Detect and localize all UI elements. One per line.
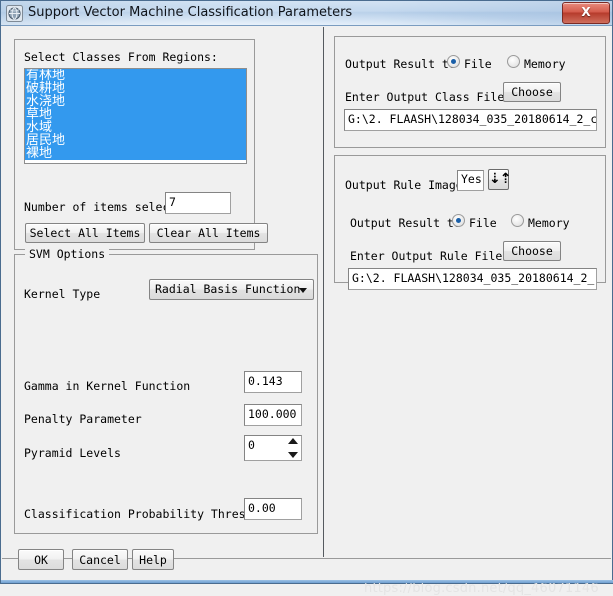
rule-choose-label: Choose xyxy=(511,244,553,258)
envi-globe-icon xyxy=(6,5,23,22)
close-icon: X xyxy=(581,5,591,19)
cancel-label: Cancel xyxy=(79,553,121,567)
clear-all-items-label: Clear All Items xyxy=(156,226,261,240)
classes-listbox[interactable]: 有林地 破耕地 水浇地 草地 水域 居民地 裸地 xyxy=(24,68,247,164)
class-choose-label: Choose xyxy=(511,85,553,99)
class-output-memory-radio[interactable] xyxy=(507,55,520,68)
down-up-arrows-icon[interactable]: ⇣⇡ xyxy=(488,169,511,190)
rule-output-memory-radio[interactable] xyxy=(511,214,524,227)
stepper-down-icon[interactable] xyxy=(288,452,298,458)
close-button[interactable]: X xyxy=(562,2,610,24)
help-label: Help xyxy=(139,553,167,567)
pyramid-levels-label: Pyramid Levels xyxy=(24,446,121,460)
dialog-client-area: Select Classes From Regions: 有林地 破耕地 水浇地… xyxy=(2,27,611,596)
svm-parameters-window: Support Vector Machine Classification Pa… xyxy=(0,0,613,596)
list-item[interactable]: 居民地 xyxy=(25,134,246,147)
window-title: Support Vector Machine Classification Pa… xyxy=(28,5,353,20)
ok-label: OK xyxy=(34,553,48,567)
gamma-input[interactable]: 0.143 xyxy=(244,371,302,393)
help-button[interactable]: Help xyxy=(132,549,174,570)
rule-images-value[interactable]: Yes xyxy=(457,170,484,191)
class-output-group: Output Result to File Memory Enter Outpu… xyxy=(334,36,606,148)
rule-output-file-label[interactable]: File xyxy=(469,216,497,230)
rule-output-file-radio[interactable] xyxy=(452,214,465,227)
pyramid-levels-stepper[interactable] xyxy=(285,436,301,460)
probability-threshold-input[interactable]: 0.00 xyxy=(244,498,302,520)
list-item[interactable]: 裸地 xyxy=(25,147,246,160)
list-item[interactable]: 草地 xyxy=(25,108,246,121)
rule-output-result-label: Output Result to xyxy=(350,216,461,230)
cancel-button[interactable]: Cancel xyxy=(72,549,128,570)
rule-filename-input[interactable]: G:\2. FLAASH\128034_035_20180614_2_rule xyxy=(348,268,597,290)
select-all-items-label: Select All Items xyxy=(29,226,141,240)
svm-options-group: SVM Options Kernel Type Radial Basis Fun… xyxy=(14,247,318,534)
clear-all-items-button[interactable]: Clear All Items xyxy=(149,223,268,243)
class-output-file-radio[interactable] xyxy=(447,55,460,68)
probability-threshold-label: Classification Probability Threshold xyxy=(24,507,274,521)
chevron-down-icon xyxy=(299,287,307,293)
items-selected-value: 7 xyxy=(165,192,231,214)
class-output-file-label[interactable]: File xyxy=(464,57,492,71)
rule-output-group: Output Rule Images ? Yes ⇣⇡ Output Resul… xyxy=(334,155,606,290)
watermark-text: https://blog.csdn.net/qq_46071146 xyxy=(364,581,599,596)
rule-output-memory-label[interactable]: Memory xyxy=(528,216,570,230)
class-filename-input[interactable]: G:\2. FLAASH\128034_035_20180614_2_class xyxy=(344,109,597,131)
kernel-type-value: Radial Basis Function xyxy=(155,282,301,296)
class-output-memory-label[interactable]: Memory xyxy=(524,57,566,71)
penalty-input[interactable]: 100.000 xyxy=(244,404,302,426)
column-divider xyxy=(323,27,324,557)
gamma-label: Gamma in Kernel Function xyxy=(24,379,191,393)
kernel-type-select[interactable]: Radial Basis Function xyxy=(149,279,314,300)
window-titlebar[interactable]: Support Vector Machine Classification Pa… xyxy=(1,1,612,26)
ok-button[interactable]: OK xyxy=(18,549,64,570)
window-bottom-edge xyxy=(1,580,613,583)
rule-choose-button[interactable]: Choose xyxy=(503,241,561,261)
list-item[interactable]: 水浇地 xyxy=(25,95,246,108)
select-all-items-button[interactable]: Select All Items xyxy=(25,223,145,243)
select-classes-group: Select Classes From Regions: 有林地 破耕地 水浇地… xyxy=(14,39,268,250)
class-output-result-label: Output Result to xyxy=(345,57,456,71)
select-classes-title: Select Classes From Regions: xyxy=(24,50,218,64)
kernel-type-label: Kernel Type xyxy=(24,287,101,301)
svm-options-title: SVM Options xyxy=(25,247,110,261)
pyramid-levels-value: 0 xyxy=(248,438,255,452)
rule-toggle-glyph: ⇣⇡ xyxy=(489,171,511,187)
penalty-label: Penalty Parameter xyxy=(24,412,142,426)
pyramid-levels-input[interactable]: 0 xyxy=(244,435,302,461)
stepper-up-icon[interactable] xyxy=(288,438,298,444)
class-choose-button[interactable]: Choose xyxy=(503,82,561,102)
